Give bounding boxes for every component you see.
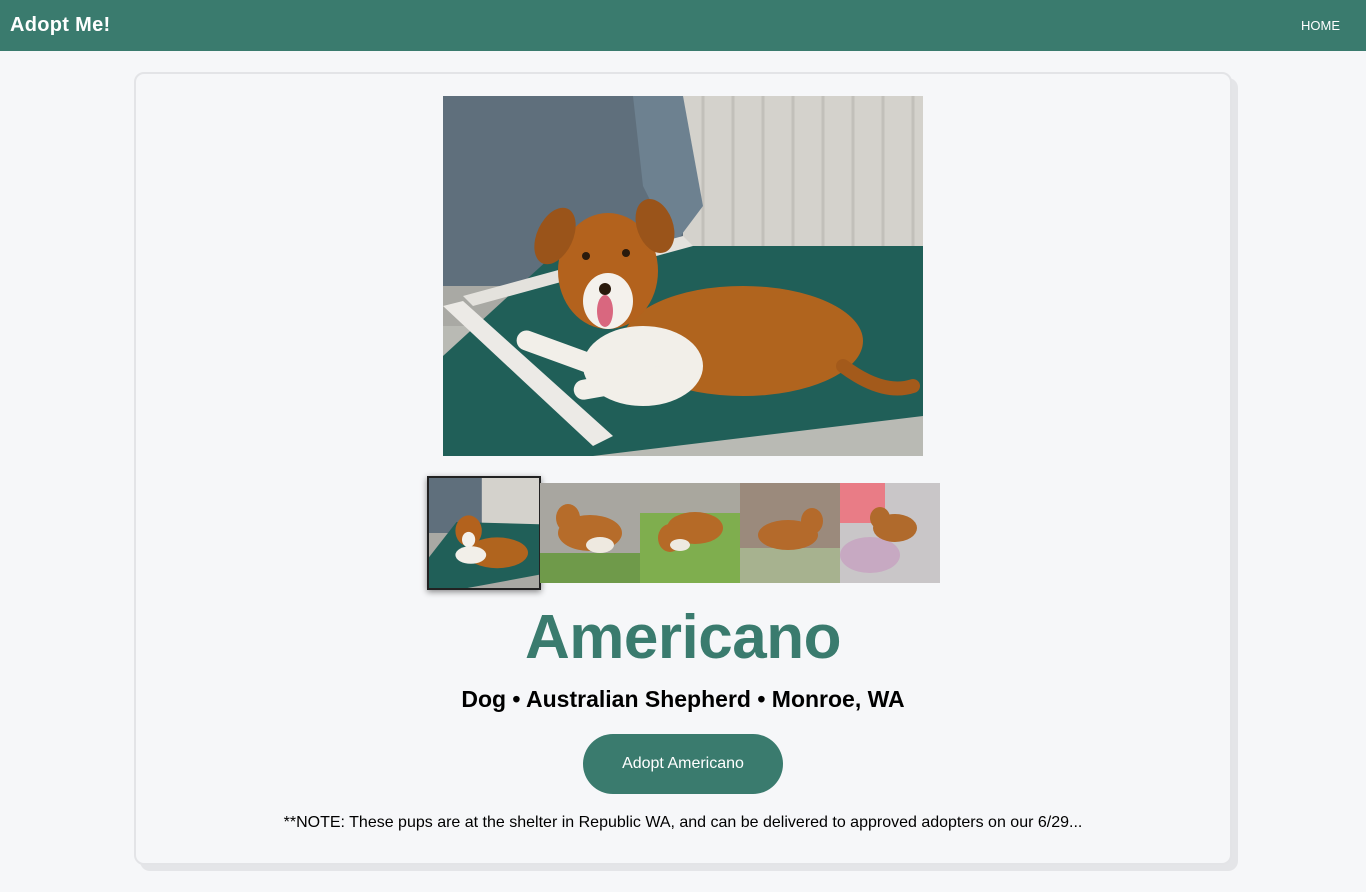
adopt-button[interactable]: Adopt Americano — [583, 734, 783, 794]
brand-logo-link[interactable]: Adopt Me! — [10, 14, 110, 37]
pet-details-card: Americano Dog • Australian Shepherd • Mo… — [134, 72, 1232, 865]
thumbnail-1-selected[interactable] — [427, 476, 541, 590]
thumbnail-4[interactable] — [740, 483, 840, 583]
pet-description-note: **NOTE: These pups are at the shelter in… — [283, 814, 1083, 831]
hero-photo — [443, 96, 923, 456]
pet-name-heading: Americano — [525, 603, 841, 672]
hero-photo-image — [443, 96, 923, 456]
photo-thumbnails — [427, 476, 942, 591]
thumbnail-2[interactable] — [540, 483, 640, 583]
pet-details-subtitle: Dog • Australian Shepherd • Monroe, WA — [461, 686, 905, 712]
top-navbar: Adopt Me! HOME — [0, 0, 1366, 51]
thumbnail-5[interactable] — [840, 483, 940, 583]
thumbnail-3[interactable] — [640, 483, 740, 583]
nav-home-link[interactable]: HOME — [1301, 18, 1340, 33]
